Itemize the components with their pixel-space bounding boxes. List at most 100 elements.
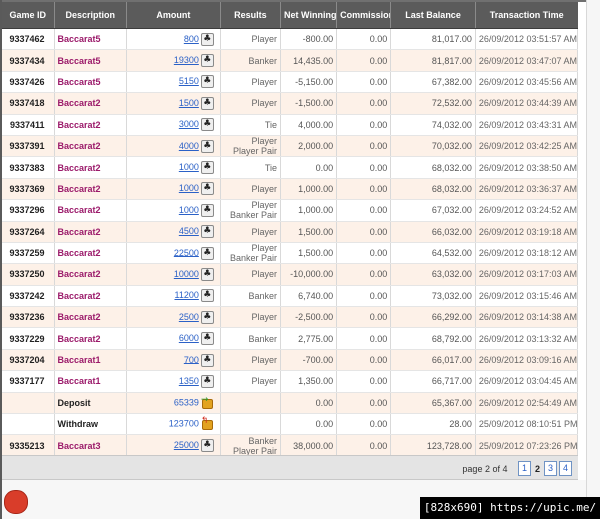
- pager-page-button[interactable]: 4: [559, 461, 572, 476]
- amount-link[interactable]: 11200: [174, 290, 198, 300]
- game-description-link[interactable]: Baccarat2: [54, 114, 127, 136]
- amount-link[interactable]: 123700: [169, 419, 199, 429]
- game-description-link[interactable]: Baccarat2: [54, 327, 127, 350]
- withdraw-icon: ↰: [201, 417, 214, 431]
- column-header-amount[interactable]: Amount: [126, 2, 221, 29]
- amount-link[interactable]: 25000: [174, 440, 199, 450]
- column-header-commission[interactable]: Commission: [336, 2, 392, 29]
- commission-cell: 0.00: [336, 156, 392, 179]
- game-id-cell: 9337383: [2, 156, 55, 179]
- amount-link[interactable]: 4500: [179, 226, 199, 236]
- commission-cell: 0.00: [336, 413, 392, 436]
- spade-icon[interactable]: ♣: [200, 310, 214, 324]
- results-cell: [220, 392, 282, 415]
- spade-icon[interactable]: ♣: [200, 32, 214, 46]
- spade-icon[interactable]: ♣: [200, 353, 214, 367]
- spade-icon[interactable]: ♣: [200, 54, 214, 68]
- commission-cell: 0.00: [336, 434, 392, 457]
- pager-page-button[interactable]: 3: [544, 461, 557, 476]
- transaction-time-cell: 26/09/2012 03:13:32 AM: [475, 327, 579, 350]
- amount-link[interactable]: 65339: [174, 397, 199, 407]
- spade-icon[interactable]: ♣: [200, 118, 214, 132]
- game-description-link[interactable]: Baccarat3: [54, 434, 127, 457]
- game-description-link[interactable]: Baccarat2: [54, 221, 127, 243]
- results-cell: Player: [220, 349, 282, 372]
- column-header-description[interactable]: Description: [54, 2, 127, 29]
- spade-icon[interactable]: ♣: [200, 96, 214, 110]
- amount-cell: 19300 ♣: [126, 49, 221, 72]
- game-description-link[interactable]: Baccarat1: [54, 349, 127, 372]
- column-header-last-balance[interactable]: Last Balance: [390, 2, 476, 29]
- amount-link[interactable]: 800: [184, 34, 199, 44]
- results-cell: Player: [220, 221, 282, 243]
- game-id-cell: 9337177: [2, 370, 55, 393]
- game-description-link[interactable]: Baccarat2: [54, 135, 127, 158]
- table-row: 9337242 Baccarat2 11200 ♣ Banker 6,740.00 0.00…: [2, 285, 579, 308]
- spade-icon[interactable]: ♣: [200, 246, 214, 260]
- amount-link[interactable]: 1000: [179, 183, 199, 193]
- result-label: Player: [251, 200, 278, 211]
- amount-cell: 3000 ♣: [126, 114, 221, 136]
- results-cell: Player: [220, 92, 282, 115]
- amount-link[interactable]: 1000: [179, 162, 199, 172]
- game-description-link[interactable]: Baccarat1: [54, 370, 127, 393]
- spade-icon[interactable]: ♣: [200, 203, 214, 217]
- result-label: Player: [251, 34, 278, 45]
- spade-icon[interactable]: ♣: [200, 139, 214, 153]
- table-row: 9337177 Baccarat1 1350 ♣ Player 1,350.00 0.00 6…: [2, 370, 579, 393]
- game-description-link[interactable]: Baccarat5: [54, 28, 127, 51]
- game-description-link[interactable]: Baccarat2: [54, 263, 127, 286]
- amount-link[interactable]: 700: [184, 354, 199, 364]
- spade-icon[interactable]: ♣: [200, 267, 214, 281]
- spade-icon[interactable]: ♣: [200, 182, 214, 196]
- game-description-link[interactable]: Baccarat2: [54, 178, 127, 201]
- amount-link[interactable]: 5150: [179, 76, 199, 86]
- amount-cell: 10000 ♣: [126, 263, 221, 286]
- description-cell: Withdraw: [54, 413, 127, 436]
- table-row: 9337250 Baccarat2 10000 ♣ Player -10,000.00 0.…: [2, 263, 579, 286]
- table-row: 9337236 Baccarat2 2500 ♣ Player -2,500.00 0.00…: [2, 306, 579, 329]
- game-description-link[interactable]: Baccarat5: [54, 49, 127, 72]
- column-header-game-id[interactable]: Game ID: [2, 2, 55, 29]
- amount-cell: 65339 →: [126, 392, 221, 415]
- spade-icon[interactable]: ♣: [200, 75, 214, 89]
- amount-link[interactable]: 22500: [174, 247, 199, 257]
- spade-icon[interactable]: ♣: [200, 439, 214, 453]
- amount-link[interactable]: 6000: [179, 333, 199, 343]
- amount-link[interactable]: 2500: [179, 312, 199, 322]
- column-header-net-winnings[interactable]: Net Winnings: [280, 2, 338, 29]
- game-description-link[interactable]: Baccarat2: [54, 92, 127, 115]
- game-id-cell: 9337264: [2, 221, 55, 243]
- amount-cell: 22500 ♣: [126, 242, 221, 265]
- game-description-link[interactable]: Baccarat2: [54, 242, 127, 265]
- table-header-row: Game ID Description Amount Results Net Winni…: [2, 2, 578, 29]
- pager-current-page: 2: [534, 463, 540, 474]
- spade-icon[interactable]: ♣: [200, 289, 214, 303]
- column-header-results[interactable]: Results: [220, 2, 282, 29]
- amount-link[interactable]: 1000: [179, 205, 199, 215]
- game-description-link[interactable]: Baccarat5: [54, 71, 127, 94]
- spade-icon[interactable]: ♣: [200, 161, 214, 175]
- net-winnings-cell: 2,000.00: [280, 135, 338, 158]
- game-description-link[interactable]: Baccarat2: [54, 199, 127, 222]
- game-description-link[interactable]: Baccarat2: [54, 285, 127, 308]
- column-header-transaction-time[interactable]: Transaction Time: [475, 2, 578, 29]
- game-description-link[interactable]: Baccarat2: [54, 306, 127, 329]
- amount-link[interactable]: 4000: [179, 141, 199, 151]
- amount-link[interactable]: 10000: [174, 269, 199, 279]
- amount-link[interactable]: 3000: [179, 119, 199, 129]
- pager-page-button[interactable]: 1: [517, 461, 531, 476]
- amount-link[interactable]: 1350: [179, 376, 199, 386]
- game-id-cell: 9337250: [2, 263, 55, 286]
- table-row: 9337259 Baccarat2 22500 ♣ Player Banker Pair 1…: [2, 242, 579, 265]
- start-orb-icon[interactable]: [4, 490, 28, 514]
- result-label: Player: [251, 226, 278, 237]
- amount-link[interactable]: 19300: [174, 55, 199, 65]
- game-description-link[interactable]: Baccarat2: [54, 156, 127, 179]
- spade-icon[interactable]: ♣: [200, 374, 214, 388]
- game-id-cell: 9337204: [2, 349, 55, 372]
- amount-link[interactable]: 1500: [179, 98, 199, 108]
- spade-icon[interactable]: ♣: [200, 225, 214, 239]
- spade-icon[interactable]: ♣: [200, 332, 214, 346]
- net-winnings-cell: -2,500.00: [280, 306, 338, 329]
